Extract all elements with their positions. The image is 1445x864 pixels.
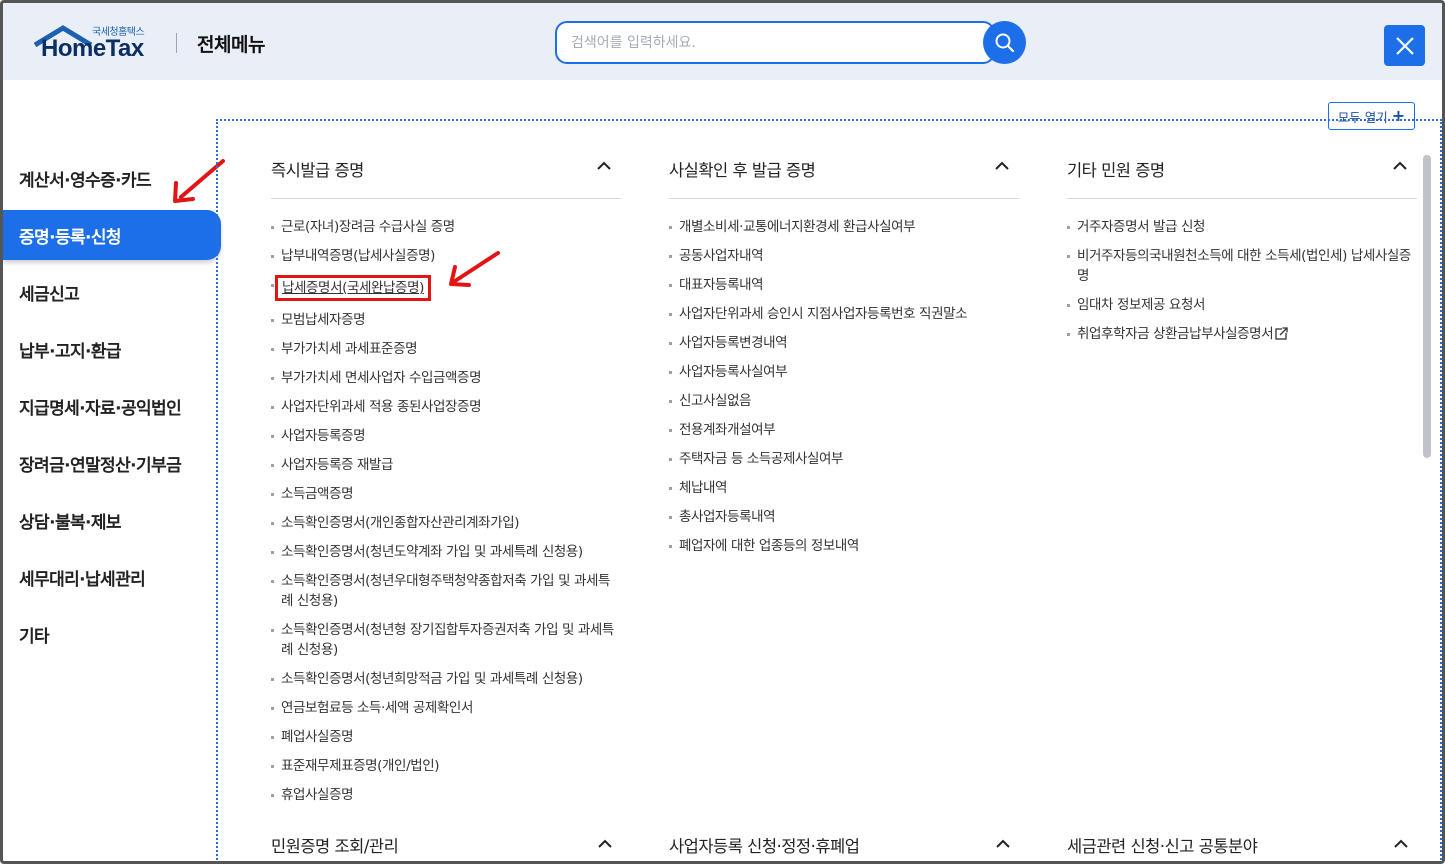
sidebar-item-etc[interactable]: 기타 <box>3 609 221 659</box>
menu-item-label: 취업후학자금 상환금납부사실증명서 <box>1077 326 1274 342</box>
menu-item[interactable]: 비거주자등의국내원천소득에 대한 소득세(법인세) 납세사실증명 <box>1067 246 1417 286</box>
annotation-arrow-icon <box>449 251 500 287</box>
sidebar-item-label: 세무대리·납세관리 <box>19 569 146 590</box>
menu-item[interactable]: 거주자증명서 발급 신청 <box>1067 217 1417 237</box>
sidebar-item-payment[interactable]: 납부·고지·환급 <box>3 324 221 374</box>
search-box <box>555 21 995 64</box>
menu-item[interactable]: 표준재무제표증명(개인/법인) <box>271 756 621 776</box>
sidebar-item-label: 기타 <box>19 626 50 647</box>
menu-list: 근로(자녀)장려금 수급사실 증명 납부내역증명(납세사실증명) 납세증명서(국… <box>271 217 621 814</box>
menu-item[interactable]: 총사업자등록내역 <box>669 507 1019 527</box>
menu-item[interactable]: 사업자단위과세 적용 종된사업장증명 <box>271 397 621 417</box>
sidebar-item-incentive[interactable]: 장려금·연말정산·기부금 <box>3 438 221 488</box>
chevron-up-icon[interactable] <box>598 839 612 848</box>
menu-item[interactable]: 휴업사실증명 <box>271 785 621 805</box>
menu-content: 즉시발급 증명 근로(자녀)장려금 수급사실 증명 납부내역증명(납세사실증명)… <box>216 119 1442 861</box>
menu-item[interactable]: 사업자등록사실여부 <box>669 362 1019 382</box>
menu-list: 개별소비세·교통에너지환경세 환급사실여부 공동사업자내역 대표자등록내역 사업… <box>669 217 1019 565</box>
close-icon <box>1395 36 1414 55</box>
sidebar-item-label: 계산서·영수증·카드 <box>19 170 152 191</box>
sidebar-item-payment-statement[interactable]: 지급명세·자료·공익법인 <box>3 381 221 431</box>
menu-item[interactable]: 주택자금 등 소득공제사실여부 <box>669 449 1019 469</box>
section-header[interactable]: 세금관련 신청·신고 공통분야 <box>1067 833 1258 857</box>
sidebar-item-label: 세금신고 <box>19 284 80 305</box>
menu-item[interactable]: 소득확인증명서(청년희망적금 가입 및 과세특례 신청용) <box>271 669 621 689</box>
sidebar-item-certificate[interactable]: 증명·등록·신청 <box>3 210 221 260</box>
menu-item[interactable]: 소득금액증명 <box>271 484 621 504</box>
chevron-up-icon[interactable] <box>995 161 1009 170</box>
menu-item-external[interactable]: 취업후학자금 상환금납부사실증명서 <box>1067 324 1417 344</box>
menu-item[interactable]: 공동사업자내역 <box>669 246 1019 266</box>
menu-item[interactable]: 부가가치세 과세표준증명 <box>271 339 621 359</box>
menu-item[interactable]: 소득확인증명서(청년도약계좌 가입 및 과세특례 신청용) <box>271 542 621 562</box>
menu-item[interactable]: 사업자단위과세 승인시 지점사업자등록번호 직권말소 <box>669 304 1019 324</box>
section-header[interactable]: 사업자등록 신청·정정·휴폐업 <box>669 833 860 857</box>
column-title: 즉시발급 증명 <box>271 161 364 180</box>
close-button[interactable] <box>1384 25 1425 66</box>
sidebar-item-label: 납부·고지·환급 <box>19 341 122 362</box>
menu-item[interactable]: 폐업사실증명 <box>271 727 621 747</box>
menu-item[interactable]: 사업자등록증 재발급 <box>271 455 621 475</box>
menu-item[interactable]: 전용계좌개설여부 <box>669 420 1019 440</box>
sidebar-item-consulting[interactable]: 상담·불복·제보 <box>3 495 221 545</box>
chevron-up-icon[interactable] <box>1394 839 1408 848</box>
search-icon <box>995 33 1014 52</box>
menu-item[interactable]: 사업자등록증명 <box>271 426 621 446</box>
search-input[interactable] <box>571 33 971 53</box>
menu-item[interactable]: 연금보험료등 소득·세액 공제확인서 <box>271 698 621 718</box>
column-header[interactable]: 사실확인 후 발급 증명 <box>669 121 1019 199</box>
hometax-logo[interactable]: 국세청홈택스 HomeTax <box>33 21 158 65</box>
header-divider <box>176 33 177 53</box>
column-header[interactable]: 즉시발급 증명 <box>271 121 621 199</box>
menu-item[interactable]: 신고사실없음 <box>669 391 1019 411</box>
chevron-up-icon[interactable] <box>1393 161 1407 170</box>
page-title: 전체메뉴 <box>197 34 265 56</box>
menu-item[interactable]: 부가가치세 면세사업자 수입금액증명 <box>271 368 621 388</box>
menu-item[interactable]: 체납내역 <box>669 478 1019 498</box>
menu-item[interactable]: 폐업자에 대한 업종등의 정보내역 <box>669 536 1019 556</box>
sidebar-item-tax-agent[interactable]: 세무대리·납세관리 <box>3 552 221 602</box>
menu-item[interactable]: 모범납세자증명 <box>271 310 621 330</box>
modal-frame: 국세청홈택스 HomeTax 전체메뉴 모두 열기 + 계산서·영수증·카드 증… <box>0 0 1445 864</box>
logo-text: HomeTax <box>41 35 144 62</box>
column-title: 기타 민원 증명 <box>1067 161 1165 180</box>
chevron-up-icon[interactable] <box>597 161 611 170</box>
highlighted-link[interactable]: 납세증명서(국세완납증명) <box>275 275 431 301</box>
external-link-icon <box>1275 327 1289 340</box>
column-header[interactable]: 기타 민원 증명 <box>1067 121 1417 199</box>
menu-item[interactable]: 소득확인증명서(개인종합자산관리계좌가입) <box>271 513 621 533</box>
menu-item[interactable]: 대표자등록내역 <box>669 275 1019 295</box>
menu-item[interactable]: 개별소비세·교통에너지환경세 환급사실여부 <box>669 217 1019 237</box>
sidebar-item-label: 증명·등록·신청 <box>19 227 122 248</box>
sidebar-item-label: 장려금·연말정산·기부금 <box>19 455 182 476</box>
sidebar-item-tax-report[interactable]: 세금신고 <box>3 267 221 317</box>
menu-item[interactable]: 사업자등록변경내역 <box>669 333 1019 353</box>
menu-item[interactable]: 임대차 정보제공 요청서 <box>1067 295 1417 315</box>
search-button[interactable] <box>983 21 1026 64</box>
header: 국세청홈택스 HomeTax 전체메뉴 <box>3 3 1442 80</box>
menu-item[interactable]: 근로(자녀)장려금 수급사실 증명 <box>271 217 621 237</box>
menu-list: 거주자증명서 발급 신청 비거주자등의국내원천소득에 대한 소득세(법인세) 납… <box>1067 217 1417 353</box>
scrollbar-thumb[interactable] <box>1423 155 1431 458</box>
menu-item[interactable]: 소득확인증명서(청년형 장기집합투자증권저축 가입 및 과세특례 신청용) <box>271 620 621 660</box>
menu-item[interactable]: 소득확인증명서(청년우대형주택청약종합저축 가입 및 과세특례 신청용) <box>271 571 621 611</box>
sidebar-item-label: 지급명세·자료·공익법인 <box>19 398 182 419</box>
chevron-up-icon[interactable] <box>996 839 1010 848</box>
column-title: 사실확인 후 발급 증명 <box>669 161 816 180</box>
sidebar-item-label: 상담·불복·제보 <box>19 512 122 533</box>
section-header[interactable]: 민원증명 조회/관리 <box>271 833 399 857</box>
